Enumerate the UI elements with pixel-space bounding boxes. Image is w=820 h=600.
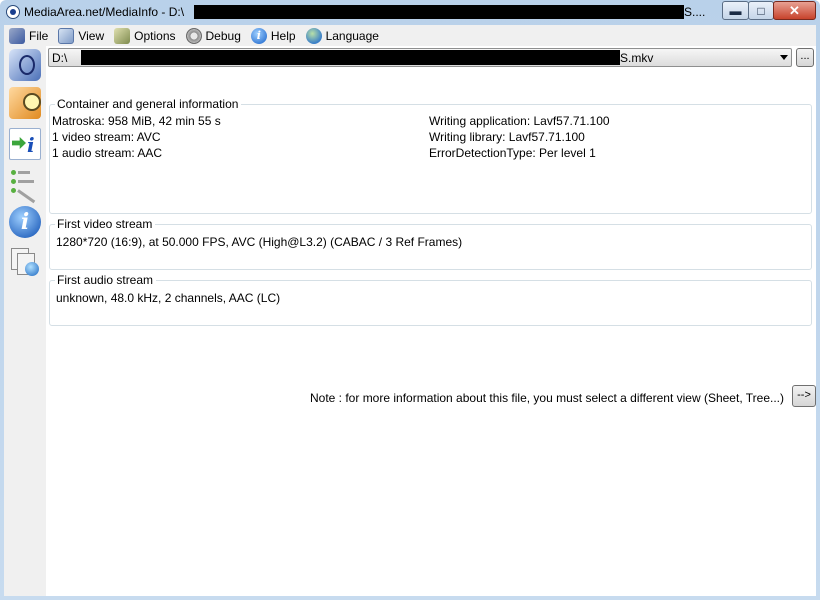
redacted-filename [81,50,620,65]
file-selector-suffix: S.mkv [620,51,654,65]
redacted-path [194,5,684,19]
maximize-icon: □ [757,3,765,18]
browse-button[interactable]: ... [796,48,814,67]
menu-debug-label: Debug [205,28,241,43]
menu-view-label: View [78,28,105,43]
globe-icon [25,262,39,276]
arrow-icon [12,137,26,149]
file-icon [9,27,25,44]
maximize-button[interactable]: □ [748,1,774,20]
bullet-icon [11,188,16,193]
audio-stream-group: First audio stream unknown, 48.0 kHz, 2 … [49,273,812,326]
export-icon[interactable]: i [9,128,41,160]
audio-stream-info: unknown, 48.0 kHz, 2 channels, AAC (LC) [56,291,281,305]
menu-file-label: File [29,28,49,43]
client-area: File View Options Debug i Help Language i [4,25,816,596]
video-stream-info: 1280*720 (16:9), at 50.000 FPS, AVC (Hig… [56,235,463,249]
view-note: Note : for more information about this f… [310,391,784,405]
debug-icon [185,27,202,44]
video-stream-group: First video stream 1280*720 (16:9), at 5… [49,217,812,270]
menu-debug[interactable]: Debug [181,25,246,46]
line-icon [18,180,34,183]
view-icon [58,27,75,44]
info-letter-icon: i [27,133,35,157]
menu-options-label: Options [134,28,176,43]
minimize-icon: ▬ [729,3,742,18]
wrench-icon [17,189,36,204]
preferences-icon[interactable] [9,166,41,204]
file-selector[interactable]: D:\ S.mkv [48,48,792,67]
language-icon [305,27,322,44]
knowledge-base-icon[interactable] [9,246,41,278]
options-icon [114,27,131,44]
menu-view[interactable]: View [53,25,109,46]
menu-options[interactable]: Options [109,25,180,46]
help-icon: i [250,27,267,44]
general-field: ErrorDetectionType: Per level 1 [429,146,596,160]
general-info-title: Container and general information [55,97,242,111]
menu-help[interactable]: i Help [246,25,301,46]
close-button[interactable]: ✕ [773,1,816,20]
menu-help-label: Help [270,28,296,43]
chevron-down-icon[interactable] [780,55,788,60]
bullet-icon [11,170,16,175]
about-icon[interactable]: i [9,206,41,238]
close-icon: ✕ [789,3,800,18]
general-field: 1 video stream: AVC [52,130,161,144]
bullet-icon [11,179,16,184]
open-folder-icon[interactable] [9,87,41,119]
menu-language[interactable]: Language [301,25,384,46]
window-frame: MediaArea.net/MediaInfo - D:\ S.... ▬ □ … [0,0,820,600]
file-selector-prefix: D:\ [52,51,68,65]
window-title-suffix: S.... [684,5,706,19]
general-field: Writing application: Lavf57.71.100 [429,114,610,128]
video-stream-title: First video stream [55,217,156,231]
general-field: Matroska: 958 MiB, 42 min 55 s [52,114,221,128]
minimize-button[interactable]: ▬ [722,1,749,20]
open-file-icon[interactable] [9,49,41,81]
line-icon [18,171,30,174]
info-panel: D:\ S.mkv ... Container and general info… [46,46,816,596]
menu-language-label: Language [325,28,379,43]
general-info-group: Container and general information Matros… [49,97,812,214]
change-view-button[interactable]: --> [792,385,816,407]
app-icon[interactable] [6,5,20,19]
audio-stream-title: First audio stream [55,273,157,287]
toolbar-sidebar: i i [4,46,46,596]
general-field: 1 audio stream: AAC [52,146,163,160]
menu-file[interactable]: File [4,25,53,46]
window-title: MediaArea.net/MediaInfo - D:\ [24,5,185,19]
menu-bar: File View Options Debug i Help Language [4,25,816,46]
general-field: Writing library: Lavf57.71.100 [429,130,585,144]
title-bar[interactable]: MediaArea.net/MediaInfo - D:\ S.... ▬ □ … [0,0,820,24]
